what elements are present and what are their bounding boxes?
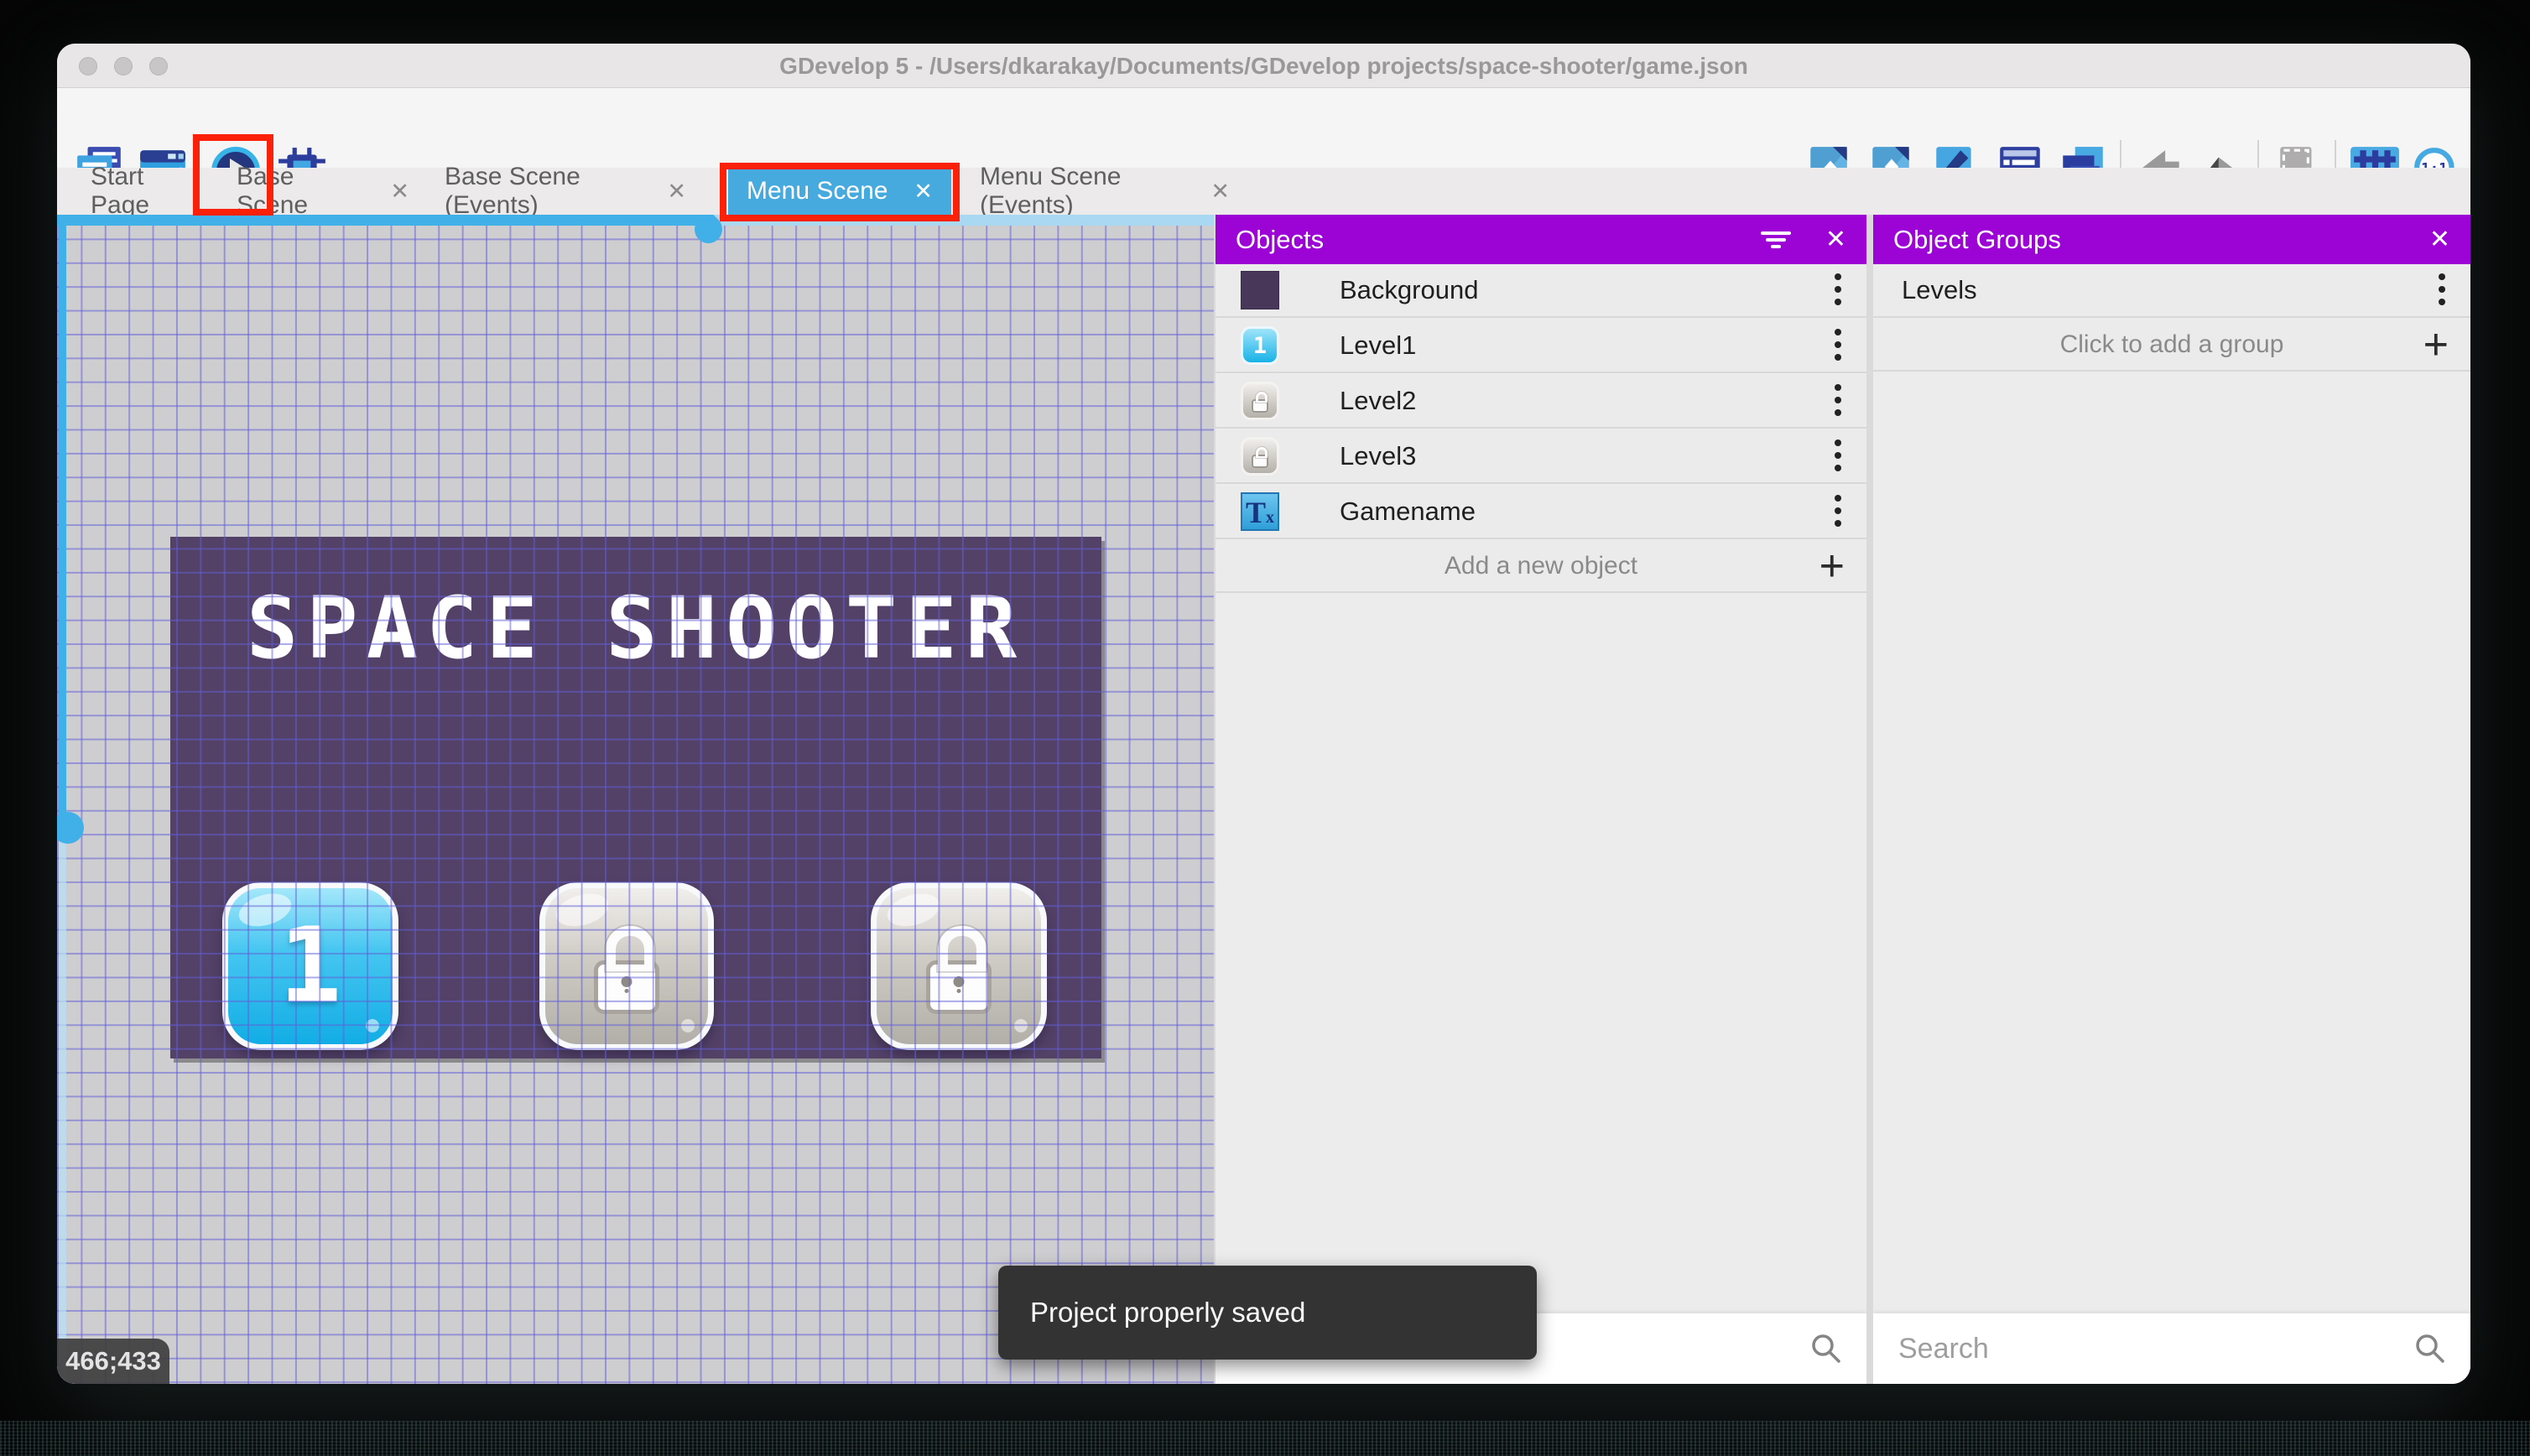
add-object-row[interactable]: Add a new object +: [1216, 541, 1866, 593]
objects-panel: Objects ✕ Background 1 Level1 Level2 Lev…: [1216, 215, 1866, 1384]
tab-menu-scene-events[interactable]: Menu Scene (Events) ✕: [961, 163, 1248, 219]
lock-icon: [594, 926, 659, 1014]
object-groups-panel-title: Object Groups: [1893, 224, 2061, 254]
level1-button-thumbnail: 1: [1241, 326, 1279, 365]
row-menu-icon[interactable]: [1835, 439, 1841, 473]
objects-panel-header: Objects ✕: [1216, 215, 1866, 264]
gdevelop-window: GDevelop 5 - /Users/dkarakay/Documents/G…: [57, 44, 2470, 1384]
close-panel-icon[interactable]: ✕: [2429, 225, 2450, 254]
groups-search-input[interactable]: [1898, 1313, 2346, 1384]
level1-number: 1: [279, 906, 342, 1027]
vertical-scroll-handle[interactable]: [57, 812, 84, 844]
tab-label: Start Page: [91, 163, 150, 219]
search-icon[interactable]: [2413, 1332, 2447, 1365]
add-group-row[interactable]: Click to add a group +: [1873, 320, 2470, 372]
tab-start-page[interactable]: Start Page: [72, 163, 206, 219]
close-tab-icon[interactable]: ✕: [1210, 179, 1230, 205]
close-tab-icon[interactable]: ✕: [390, 179, 409, 205]
toast-message: Project properly saved: [1030, 1297, 1306, 1328]
object-groups-panel-header: Object Groups ✕: [1873, 215, 2470, 264]
object-row-background[interactable]: Background: [1216, 264, 1866, 318]
tab-label: Base Scene (Events): [445, 163, 580, 219]
row-menu-icon[interactable]: [2439, 273, 2445, 307]
scene-editor-canvas[interactable]: SPACE SHOOTER 1 466;433: [57, 215, 1214, 1384]
groups-search-bar: [1873, 1313, 2470, 1384]
vertical-scrollbar[interactable]: [57, 215, 84, 1384]
game-scene-preview[interactable]: SPACE SHOOTER 1: [170, 537, 1101, 1058]
cursor-coordinates-badge: 466;433: [57, 1339, 169, 1384]
main-content: SPACE SHOOTER 1 466;433 Objects ✕ Backgr…: [57, 215, 2470, 1384]
objects-panel-title: Objects: [1236, 224, 1325, 254]
close-tab-icon[interactable]: ✕: [914, 179, 933, 205]
tab-base-scene[interactable]: Base Scene ✕: [218, 163, 428, 219]
object-row-level1[interactable]: 1 Level1: [1216, 320, 1866, 373]
add-object-plus-icon[interactable]: +: [1819, 541, 1845, 591]
object-row-gamename[interactable]: Tx Gamename: [1216, 486, 1866, 539]
level2-locked-button-object[interactable]: [539, 882, 714, 1050]
horizontal-scrollbar[interactable]: [57, 215, 1214, 226]
object-row-level2[interactable]: Level2: [1216, 375, 1866, 429]
locked-button-thumbnail: [1241, 437, 1279, 476]
search-icon[interactable]: [1809, 1332, 1843, 1365]
filter-icon[interactable]: [1759, 228, 1793, 252]
row-menu-icon[interactable]: [1835, 329, 1841, 362]
row-menu-icon[interactable]: [1835, 495, 1841, 528]
group-row-levels[interactable]: Levels: [1873, 264, 2470, 318]
add-group-plus-icon[interactable]: +: [2423, 320, 2449, 370]
toolbar: 1:1: [57, 88, 2470, 216]
level1-button-object[interactable]: 1: [222, 882, 398, 1050]
toast-notification: Project properly saved: [998, 1266, 1537, 1360]
tab-label: Menu Scene: [747, 177, 888, 205]
shadow-fringe: [0, 1421, 2530, 1456]
object-groups-panel: Object Groups ✕ Levels Click to add a gr…: [1873, 215, 2470, 1384]
scene-title-text: SPACE SHOOTER: [246, 579, 1026, 679]
background-thumbnail: [1241, 271, 1279, 309]
level3-locked-button-object[interactable]: [871, 882, 1047, 1050]
close-tab-icon[interactable]: ✕: [667, 179, 686, 205]
close-panel-icon[interactable]: ✕: [1825, 225, 1846, 254]
row-menu-icon[interactable]: [1835, 384, 1841, 418]
object-row-level3[interactable]: Level3: [1216, 430, 1866, 484]
tab-base-scene-events[interactable]: Base Scene (Events) ✕: [426, 163, 705, 219]
window-title: GDevelop 5 - /Users/dkarakay/Documents/G…: [779, 53, 1748, 79]
text-object-thumbnail: Tx: [1241, 492, 1279, 531]
desktop-background: GDevelop 5 - /Users/dkarakay/Documents/G…: [0, 0, 2530, 1456]
titlebar: GDevelop 5 - /Users/dkarakay/Documents/G…: [57, 44, 2470, 88]
tab-menu-scene[interactable]: Menu Scene ✕: [728, 168, 951, 215]
locked-button-thumbnail: [1241, 382, 1279, 420]
lock-icon: [926, 926, 992, 1014]
tab-label: Menu Scene (Events): [980, 163, 1122, 219]
tab-bar: Start Page Base Scene ✕ Base Scene (Even…: [57, 163, 2470, 219]
row-menu-icon[interactable]: [1835, 273, 1841, 307]
tab-label: Base Scene: [237, 163, 309, 219]
